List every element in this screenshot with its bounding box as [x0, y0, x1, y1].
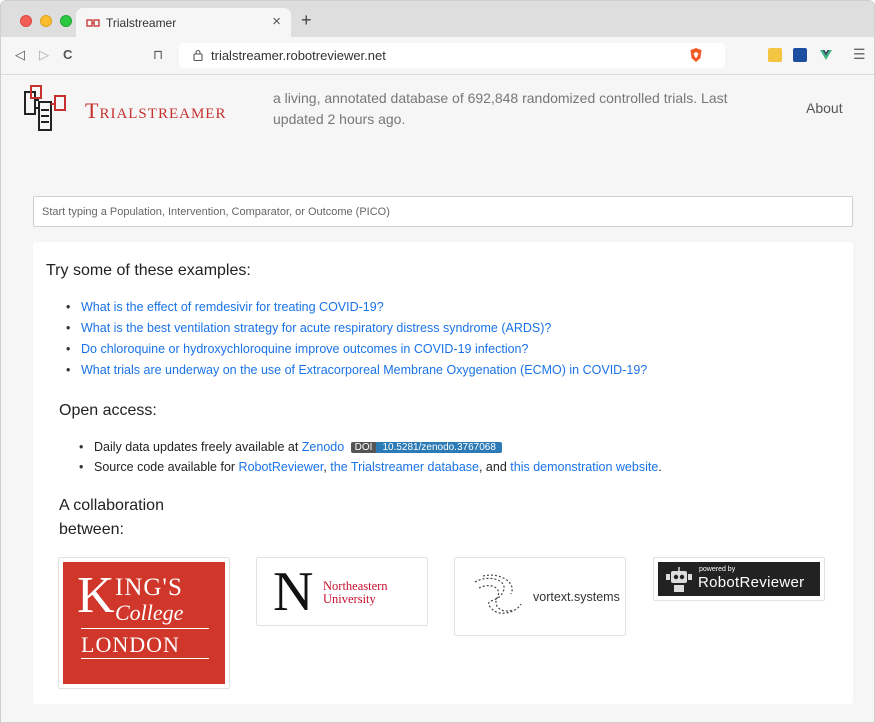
examples-heading: Try some of these examples: — [46, 262, 251, 279]
tab-title: Trialstreamer — [106, 16, 177, 30]
separator-text: , — [323, 460, 327, 474]
tab-trialstreamer[interactable]: Trialstreamer × — [76, 8, 291, 37]
forward-icon[interactable]: ▷ — [39, 47, 49, 63]
back-icon[interactable]: ◁ — [15, 47, 25, 63]
list-item: Daily data updates freely available at Z… — [77, 437, 662, 457]
open-access-list: Daily data updates freely available at Z… — [77, 437, 662, 477]
new-tab-button[interactable]: + — [301, 10, 312, 31]
bookmark-icon[interactable]: ⊓ — [153, 47, 163, 63]
browser-toolbar: ◁ ▷ C ⊓ trialstreamer.robotreviewer.net … — [1, 37, 874, 75]
zenodo-link[interactable]: Zenodo — [302, 440, 344, 454]
doi-label: DOI — [350, 442, 377, 453]
browser-window: Trialstreamer × + ◁ ▷ C ⊓ trialstreamer.… — [0, 0, 875, 723]
maximize-window-button[interactable] — [60, 15, 72, 27]
robot-icon — [666, 567, 692, 592]
kings-logo-k: K — [77, 567, 115, 624]
robotreviewer-link[interactable]: RobotReviewer — [239, 460, 324, 474]
close-window-button[interactable] — [20, 15, 32, 27]
folder-extension-icon[interactable] — [768, 48, 782, 62]
tab-close-icon[interactable]: × — [272, 13, 281, 30]
data-updates-text: Daily data updates freely available at — [94, 440, 299, 454]
northeastern-logo-text: Northeastern University — [323, 580, 388, 606]
url-text: trialstreamer.robotreviewer.net — [211, 48, 386, 63]
source-code-text: Source code available for — [94, 460, 236, 474]
about-link[interactable]: About — [806, 100, 843, 116]
tab-bar: Trialstreamer × + — [1, 1, 874, 37]
example-link[interactable]: Do chloroquine or hydroxychloroquine imp… — [64, 339, 647, 359]
address-bar[interactable]: trialstreamer.robotreviewer.net — [179, 43, 725, 68]
example-link[interactable]: What is the effect of remdesivir for tre… — [64, 297, 647, 317]
trialstreamer-database-link[interactable]: the Trialstreamer database — [330, 460, 479, 474]
northeastern-logo-n: N — [273, 561, 314, 623]
example-link[interactable]: What trials are underway on the use of E… — [64, 360, 647, 380]
brand-name[interactable]: Trialstreamer — [85, 98, 226, 124]
list-item: Source code available for RobotReviewer,… — [77, 457, 662, 477]
demonstration-website-link[interactable]: this demonstration website — [510, 460, 658, 474]
page-content: Trialstreamer a living, annotated databa… — [1, 76, 874, 722]
vue-extension-icon[interactable] — [819, 48, 833, 62]
robotreviewer-logo-panel: powered by RobotReviewer — [658, 562, 820, 596]
separator-text: . — [658, 460, 662, 474]
collaboration-heading: A collaboration between: — [59, 497, 164, 538]
doi-value: 10.5281/zenodo.3767068 — [376, 442, 502, 453]
minimize-window-button[interactable] — [40, 15, 52, 27]
kings-logo-rule — [81, 658, 209, 659]
kings-logo-london: LONDON — [81, 632, 180, 657]
northeastern-line2: University — [323, 592, 376, 606]
brave-shield-icon[interactable] — [689, 47, 703, 63]
extension-icon[interactable] — [793, 48, 807, 62]
vortext-systems-logo[interactable]: vortext.systems — [454, 557, 626, 636]
tagline: a living, annotated database of 692,848 … — [273, 90, 728, 127]
trialstreamer-logo-icon[interactable] — [21, 84, 71, 138]
kings-logo-college: College — [115, 600, 184, 625]
example-link[interactable]: What is the best ventilation strategy fo… — [64, 318, 647, 338]
lock-icon — [193, 49, 203, 61]
robotreviewer-logo[interactable]: powered by RobotReviewer — [653, 557, 825, 601]
kings-college-london-logo[interactable]: K ING'S College LONDON — [58, 557, 230, 689]
trialstreamer-favicon-icon — [86, 19, 100, 27]
northeastern-university-logo[interactable]: N Northeastern University — [256, 557, 428, 626]
kings-logo-rule — [81, 628, 209, 629]
robotreviewer-label: RobotReviewer — [698, 574, 805, 591]
robotreviewer-powered-by: powered by — [699, 566, 736, 573]
separator-text: , and — [478, 460, 507, 474]
pico-search-input[interactable] — [33, 196, 853, 227]
vortext-label: vortext.systems — [533, 590, 620, 604]
open-access-heading: Open access: — [59, 402, 157, 419]
doi-badge[interactable]: DOI 10.5281/zenodo.3767068 — [350, 440, 502, 455]
northeastern-line1: Northeastern — [323, 579, 388, 593]
kings-logo-ings: ING'S — [115, 574, 183, 601]
vortex-spiral-icon — [474, 574, 522, 614]
menu-icon[interactable]: ☰ — [853, 46, 866, 63]
reload-icon[interactable]: C — [63, 47, 72, 62]
kings-logo-panel: K ING'S College LONDON — [63, 562, 225, 684]
content-card: Try some of these examples: What is the … — [33, 242, 853, 704]
examples-list: What is the effect of remdesivir for tre… — [64, 297, 647, 381]
